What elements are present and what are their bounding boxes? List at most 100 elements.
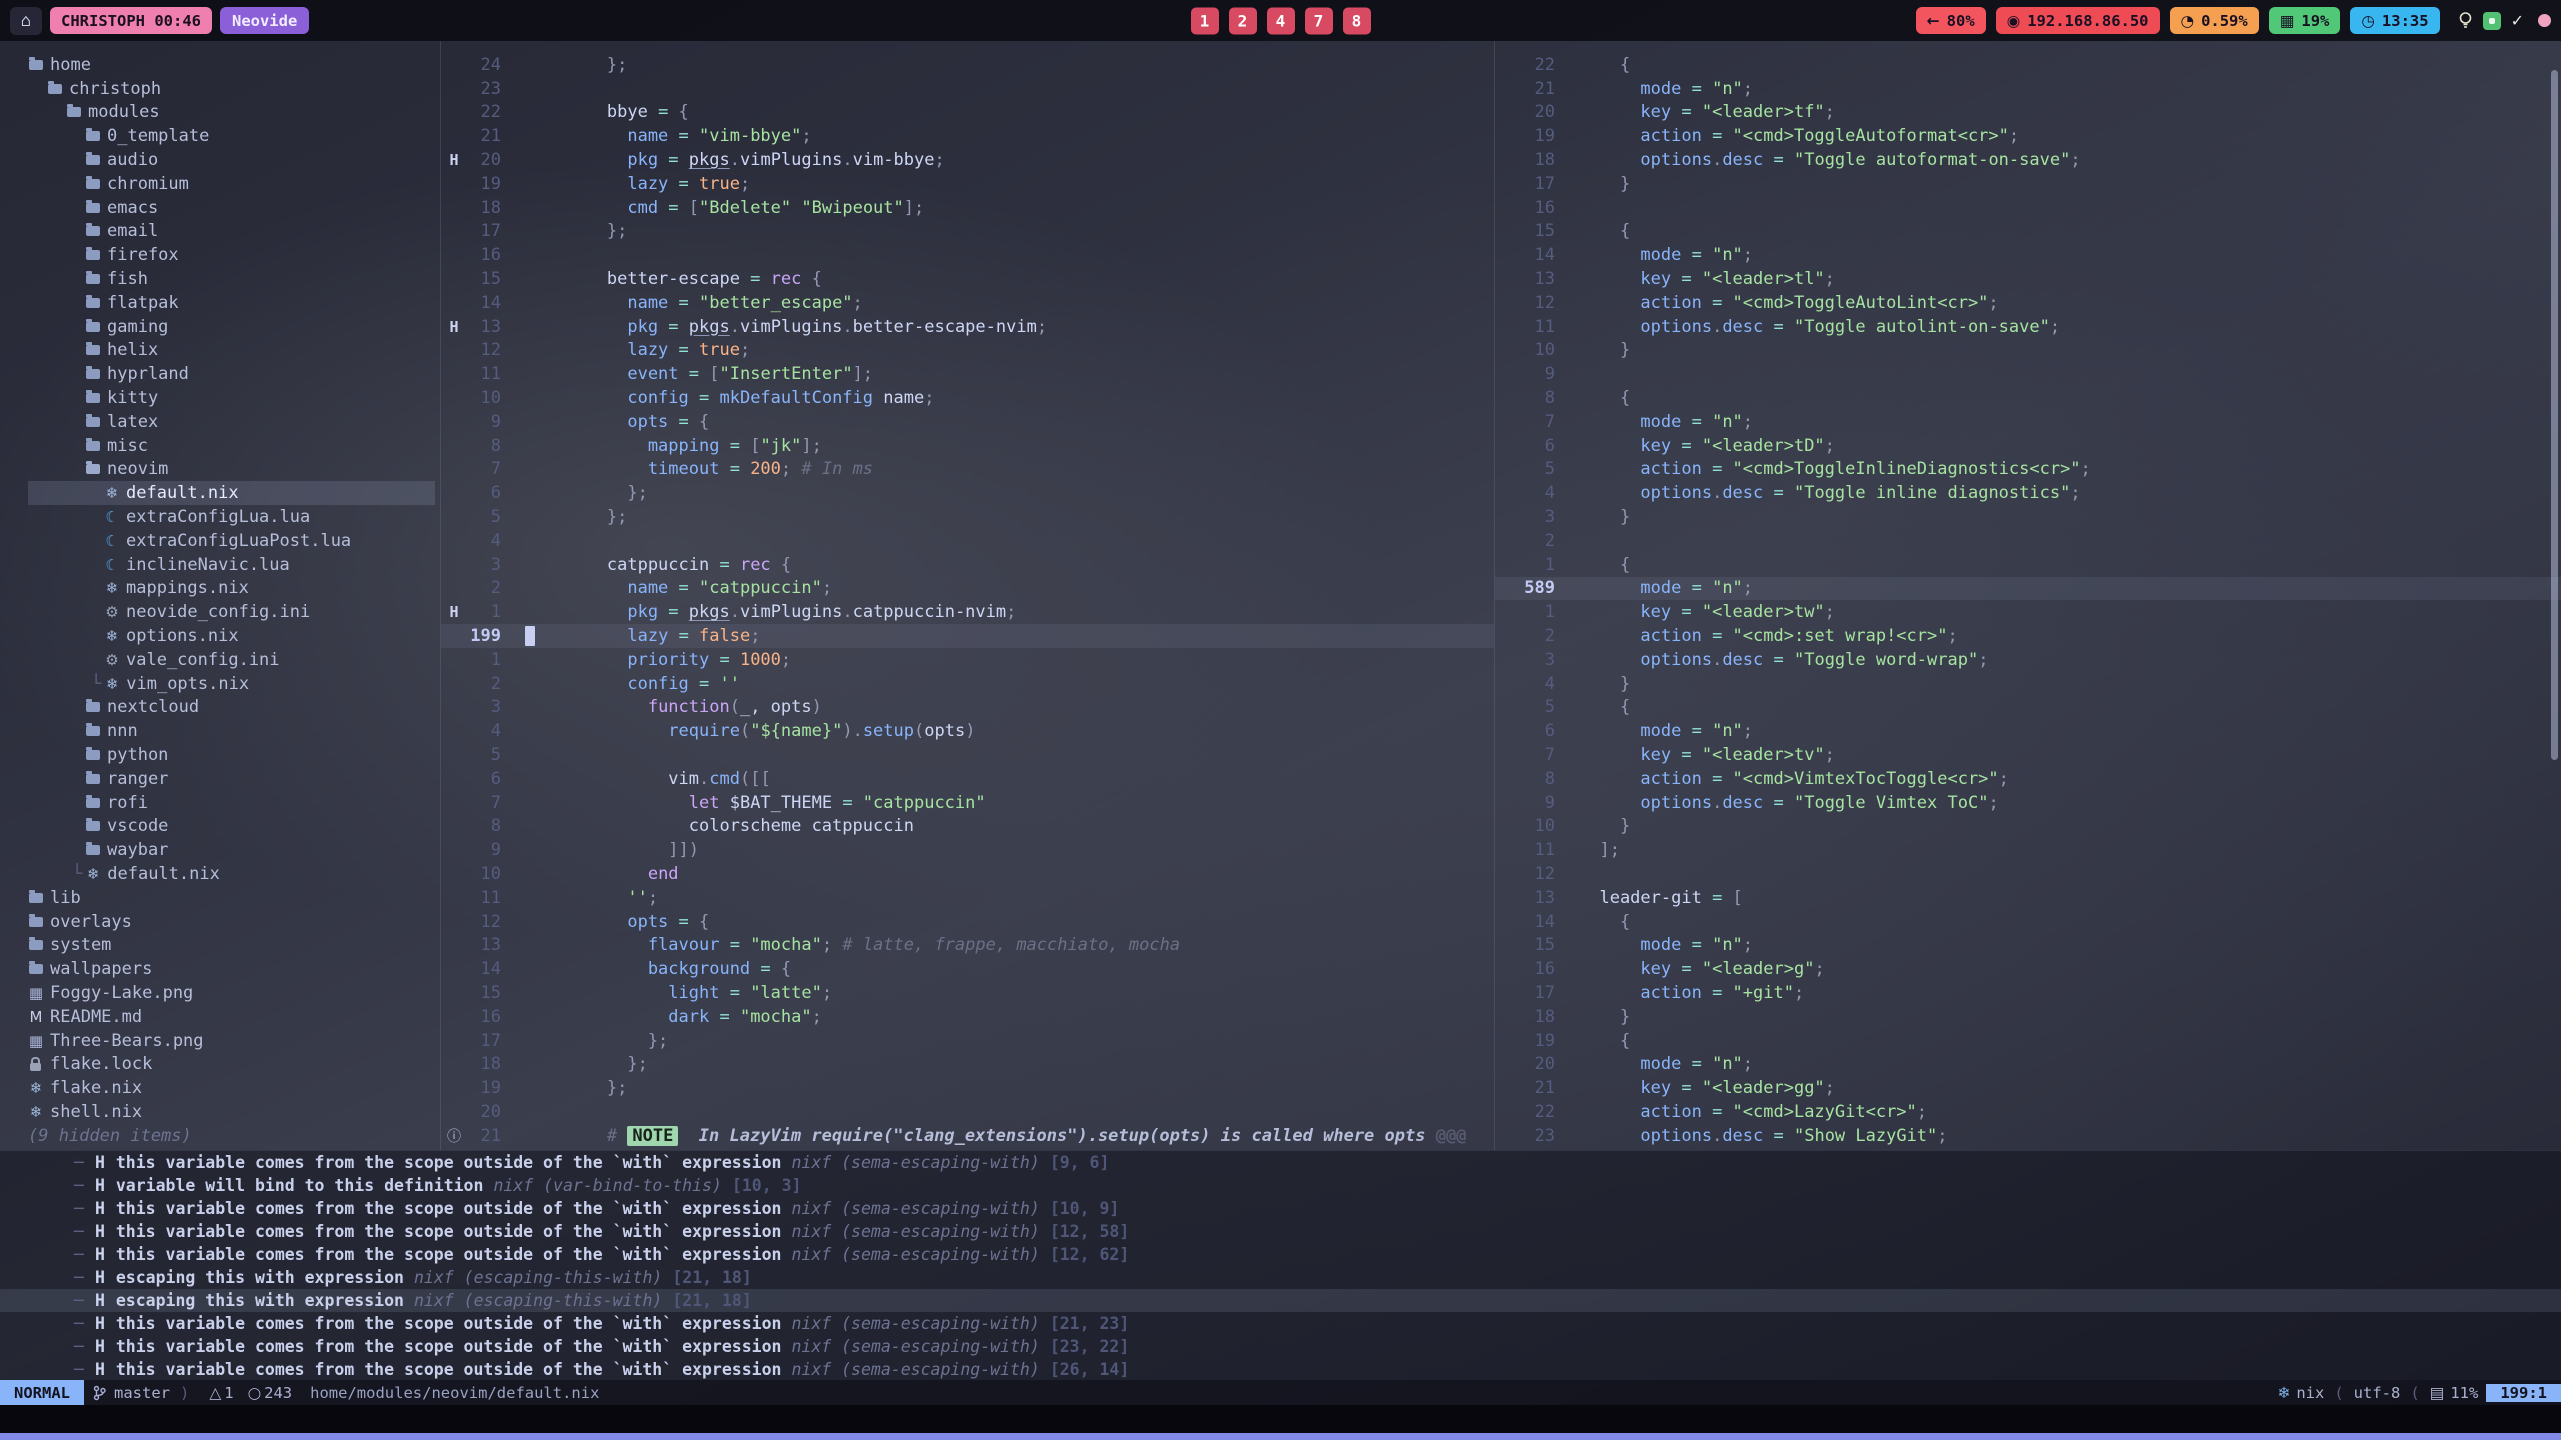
- tree-item-0_template[interactable]: 0_template: [28, 124, 435, 148]
- code-line[interactable]: 2 name = "catppuccin";: [441, 577, 1494, 601]
- code-line[interactable]: 1 key = "<leader>tw";: [1495, 600, 2561, 624]
- code-line[interactable]: 4 require("${name}").setup(opts): [441, 719, 1494, 743]
- code-line[interactable]: 12 action = "<cmd>ToggleAutoLint<cr>";: [1495, 291, 2561, 315]
- tree-item-chromium[interactable]: chromium: [28, 172, 435, 196]
- tree-item-neovim[interactable]: neovim: [28, 458, 435, 482]
- tree-item-audio[interactable]: audio: [28, 148, 435, 172]
- code-line[interactable]: 11 event = ["InsertEnter"];: [441, 362, 1494, 386]
- check-icon[interactable]: ✓: [2511, 11, 2524, 30]
- code-line[interactable]: 16: [1495, 196, 2561, 220]
- metric-memory[interactable]: ▦19%: [2269, 7, 2341, 34]
- tree-item-default.nix[interactable]: └❄default.nix: [28, 862, 435, 886]
- tree-item-wallpapers[interactable]: wallpapers: [28, 957, 435, 981]
- code-line[interactable]: 2 config = '': [441, 672, 1494, 696]
- code-line[interactable]: 5 action = "<cmd>ToggleInlineDiagnostics…: [1495, 458, 2561, 482]
- lightbulb-icon[interactable]: [2458, 11, 2473, 31]
- session-badge[interactable]: CHRISTOPH 00:46: [50, 7, 212, 34]
- tree-item-vim_opts.nix[interactable]: └❄vim_opts.nix: [28, 672, 435, 696]
- tree-item-fish[interactable]: fish: [28, 267, 435, 291]
- tree-item-default.nix[interactable]: ❄default.nix: [28, 481, 435, 505]
- scrollbar[interactable]: [2551, 70, 2558, 760]
- code-line[interactable]: 16 dark = "mocha";: [441, 1005, 1494, 1029]
- tree-item-inclinenavic.lua[interactable]: ☾inclineNavic.lua: [28, 553, 435, 577]
- code-line[interactable]: 14 {: [1495, 910, 2561, 934]
- code-line[interactable]: 8 colorscheme catppuccin: [441, 815, 1494, 839]
- tree-item-readme.md[interactable]: MREADME.md: [28, 1005, 435, 1029]
- tree-item-9hiddenitems[interactable]: (9 hidden items): [28, 1124, 435, 1148]
- code-line[interactable]: 2: [1495, 529, 2561, 553]
- tree-item-overlays[interactable]: overlays: [28, 910, 435, 934]
- code-line[interactable]: 3 options.desc = "Toggle word-wrap";: [1495, 648, 2561, 672]
- code-line[interactable]: 23 options.desc = "Show LazyGit";: [1495, 1124, 2561, 1148]
- code-line[interactable]: H13 pkg = pkgs.vimPlugins.better-escape-…: [441, 315, 1494, 339]
- tree-item-latex[interactable]: latex: [28, 410, 435, 434]
- quickfix-item[interactable]: ─Hthis variable comes from the scope out…: [0, 1197, 2561, 1220]
- code-line[interactable]: 14 mode = "n";: [1495, 243, 2561, 267]
- code-line[interactable]: 589 mode = "n";: [1495, 577, 2561, 601]
- quickfix-item[interactable]: ─Hescaping this with expressionnixf (esc…: [0, 1289, 2561, 1312]
- tree-item-nextcloud[interactable]: nextcloud: [28, 696, 435, 720]
- code-line[interactable]: 7 let $BAT_THEME = "catppuccin": [441, 791, 1494, 815]
- tree-item-extraconfiglua.lua[interactable]: ☾extraConfigLua.lua: [28, 505, 435, 529]
- code-line[interactable]: 21 mode = "n";: [1495, 77, 2561, 101]
- code-line[interactable]: 10 config = mkDefaultConfig name;: [441, 386, 1494, 410]
- code-line[interactable]: 10 }: [1495, 815, 2561, 839]
- code-line[interactable]: 10 end: [441, 862, 1494, 886]
- code-line[interactable]: 19 lazy = true;: [441, 172, 1494, 196]
- code-line[interactable]: 4 }: [1495, 672, 2561, 696]
- tree-item-email[interactable]: email: [28, 220, 435, 244]
- code-line[interactable]: 14 name = "better_escape";: [441, 291, 1494, 315]
- system-logo-icon[interactable]: ⌂: [10, 7, 42, 35]
- quickfix-item[interactable]: ─Hthis variable comes from the scope out…: [0, 1220, 2561, 1243]
- code-line[interactable]: 15 better-escape = rec {: [441, 267, 1494, 291]
- code-line[interactable]: 4: [441, 529, 1494, 553]
- workspace-8[interactable]: 8: [1343, 7, 1371, 34]
- code-line[interactable]: 9 ]]): [441, 838, 1494, 862]
- workspace-7[interactable]: 7: [1305, 7, 1333, 34]
- metric-cpu[interactable]: ◔0.59%: [2170, 7, 2259, 34]
- code-line[interactable]: 9 opts = {: [441, 410, 1494, 434]
- code-line[interactable]: 8 mapping = ["jk"];: [441, 434, 1494, 458]
- quickfix-item[interactable]: ─Hthis variable comes from the scope out…: [0, 1312, 2561, 1335]
- tree-item-vale_config.ini[interactable]: ⚙vale_config.ini: [28, 648, 435, 672]
- code-line[interactable]: 18 }: [1495, 1005, 2561, 1029]
- code-line[interactable]: 18 options.desc = "Toggle autoformat-on-…: [1495, 148, 2561, 172]
- code-line[interactable]: 2 action = "<cmd>:set wrap!<cr>";: [1495, 624, 2561, 648]
- tree-item-mappings.nix[interactable]: ❄mappings.nix: [28, 577, 435, 601]
- code-line[interactable]: 21 name = "vim-bbye";: [441, 124, 1494, 148]
- tree-item-gaming[interactable]: gaming: [28, 315, 435, 339]
- code-line[interactable]: 20 mode = "n";: [1495, 1052, 2561, 1076]
- tree-item-foggy-lake.png[interactable]: ▦Foggy-Lake.png: [28, 981, 435, 1005]
- code-line[interactable]: 24 };: [441, 53, 1494, 77]
- code-line[interactable]: 23: [441, 77, 1494, 101]
- code-line[interactable]: 17 }: [1495, 172, 2561, 196]
- workspace-1[interactable]: 1: [1191, 7, 1219, 34]
- tree-item-modules[interactable]: modules: [28, 101, 435, 125]
- quickfix-item[interactable]: ─Hthis variable comes from the scope out…: [0, 1151, 2561, 1174]
- tree-item-christoph[interactable]: christoph: [28, 77, 435, 101]
- code-line[interactable]: 199 lazy = false;: [441, 624, 1494, 648]
- code-line[interactable]: 11 ];: [1495, 838, 2561, 862]
- code-line[interactable]: 7 timeout = 200; # In ms: [441, 458, 1494, 482]
- code-line[interactable]: 13 key = "<leader>tl";: [1495, 267, 2561, 291]
- tree-item-python[interactable]: python: [28, 743, 435, 767]
- code-line[interactable]: ⓘ21 # NOTE In LazyVim require("clang_ext…: [441, 1124, 1494, 1148]
- tree-item-waybar[interactable]: waybar: [28, 838, 435, 862]
- code-line[interactable]: 15 mode = "n";: [1495, 933, 2561, 957]
- workspace-4[interactable]: 4: [1267, 7, 1295, 34]
- code-line[interactable]: 17 };: [441, 220, 1494, 244]
- code-line[interactable]: 5 {: [1495, 696, 2561, 720]
- code-line[interactable]: 10 }: [1495, 339, 2561, 363]
- quickfix-item[interactable]: ─Hvariable will bind to this definitionn…: [0, 1174, 2561, 1197]
- code-line[interactable]: 19 {: [1495, 1029, 2561, 1053]
- tree-item-helix[interactable]: helix: [28, 339, 435, 363]
- tree-item-emacs[interactable]: emacs: [28, 196, 435, 220]
- code-line[interactable]: 13 flavour = "mocha"; # latte, frappe, m…: [441, 933, 1494, 957]
- tree-item-flatpak[interactable]: flatpak: [28, 291, 435, 315]
- tree-item-rofi[interactable]: rofi: [28, 791, 435, 815]
- code-line[interactable]: 7 mode = "n";: [1495, 410, 2561, 434]
- pink-status-dot[interactable]: [2538, 14, 2551, 27]
- tree-item-flake.lock[interactable]: flake.lock: [28, 1052, 435, 1076]
- code-line[interactable]: 3 }: [1495, 505, 2561, 529]
- metric-network-ip[interactable]: ◉192.168.86.50: [1996, 7, 2160, 34]
